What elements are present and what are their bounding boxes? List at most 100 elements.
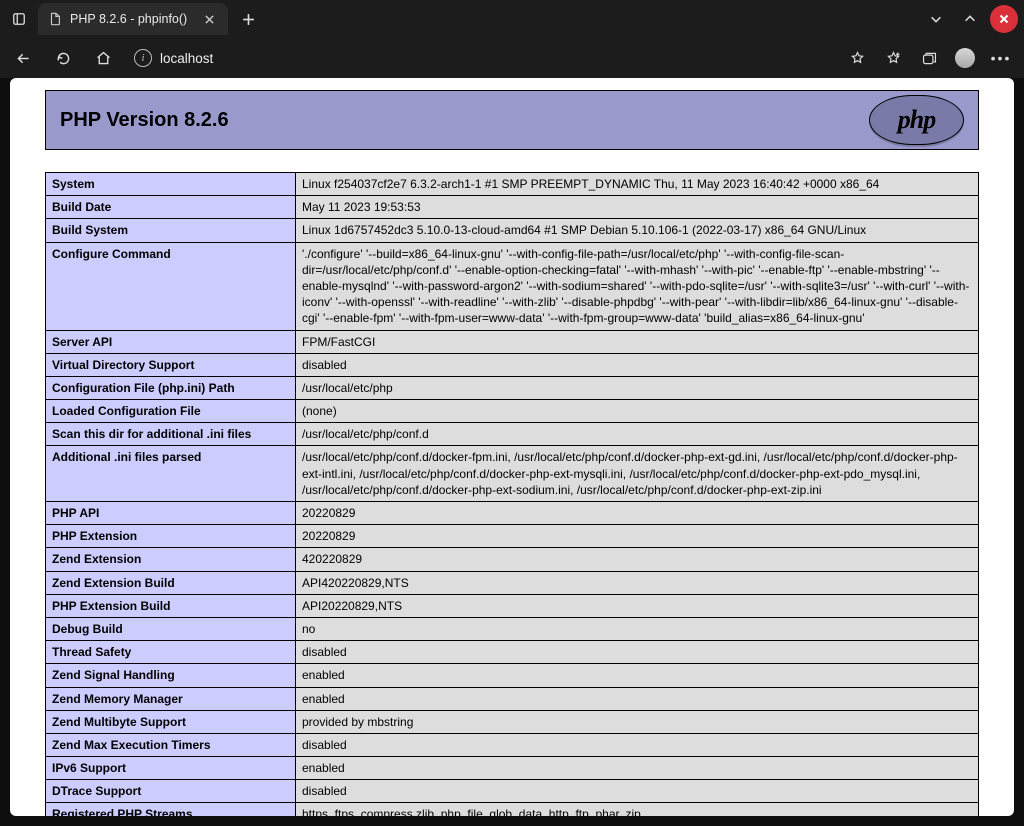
row-key: Zend Max Execution Timers: [46, 733, 296, 756]
phpinfo-header: PHP Version 8.2.6 php: [45, 90, 979, 150]
browser-toolbar: i localhost •••: [0, 38, 1024, 78]
row-value: no: [296, 617, 979, 640]
favorites-button[interactable]: [878, 43, 908, 73]
tab-overview-button[interactable]: [6, 6, 32, 32]
row-value: disabled: [296, 733, 979, 756]
phpinfo-general-table: SystemLinux f254037cf2e7 6.3.2-arch1-1 #…: [45, 172, 979, 816]
row-value: API420220829,NTS: [296, 571, 979, 594]
row-value: disabled: [296, 353, 979, 376]
row-key: Debug Build: [46, 617, 296, 640]
collections-button[interactable]: [914, 43, 944, 73]
nav-home-button[interactable]: [88, 43, 118, 73]
table-row: Zend Memory Managerenabled: [46, 687, 979, 710]
row-value: FPM/FastCGI: [296, 330, 979, 353]
row-value: https, ftps, compress.zlib, php, file, g…: [296, 803, 979, 816]
table-row: Configuration File (php.ini) Path/usr/lo…: [46, 376, 979, 399]
favorite-star-button[interactable]: [842, 43, 872, 73]
row-key: Zend Multibyte Support: [46, 710, 296, 733]
more-icon: •••: [991, 50, 1012, 66]
row-key: PHP Extension Build: [46, 594, 296, 617]
table-row: Server APIFPM/FastCGI: [46, 330, 979, 353]
row-value: Linux 1d6757452dc3 5.10.0-13-cloud-amd64…: [296, 219, 979, 242]
row-key: Configuration File (php.ini) Path: [46, 376, 296, 399]
arrow-left-icon: [15, 50, 32, 67]
row-key: IPv6 Support: [46, 757, 296, 780]
row-value: disabled: [296, 780, 979, 803]
home-icon: [95, 50, 112, 67]
table-row: Zend Extension BuildAPI420220829,NTS: [46, 571, 979, 594]
table-row: PHP API20220829: [46, 502, 979, 525]
table-row: Registered PHP Streamshttps, ftps, compr…: [46, 803, 979, 816]
collections-icon: [921, 50, 938, 67]
plus-icon: [242, 13, 255, 26]
page-viewport: PHP Version 8.2.6 php SystemLinux f25403…: [10, 78, 1014, 816]
row-value: May 11 2023 19:53:53: [296, 196, 979, 219]
tab-close-button[interactable]: [200, 10, 218, 28]
tab-overview-icon: [12, 12, 26, 26]
row-key: System: [46, 173, 296, 196]
row-value: /usr/local/etc/php/conf.d: [296, 423, 979, 446]
row-key: Registered PHP Streams: [46, 803, 296, 816]
table-row: PHP Extension BuildAPI20220829,NTS: [46, 594, 979, 617]
row-value: enabled: [296, 757, 979, 780]
table-row: SystemLinux f254037cf2e7 6.3.2-arch1-1 #…: [46, 173, 979, 196]
table-row: PHP Extension20220829: [46, 525, 979, 548]
star-sparkle-icon: [849, 50, 866, 67]
table-row: Zend Extension420220829: [46, 548, 979, 571]
row-value: API20220829,NTS: [296, 594, 979, 617]
app-menu-button[interactable]: •••: [986, 43, 1016, 73]
window-minimize-like-button[interactable]: [922, 5, 950, 33]
close-icon: [997, 12, 1011, 26]
new-tab-button[interactable]: [234, 5, 262, 33]
table-row: Loaded Configuration File(none): [46, 400, 979, 423]
avatar-icon: [955, 48, 975, 68]
php-logo: php: [869, 95, 964, 145]
row-value: 20220829: [296, 525, 979, 548]
row-value: './configure' '--build=x86_64-linux-gnu'…: [296, 242, 979, 330]
window-close-button[interactable]: [990, 5, 1018, 33]
table-row: Build SystemLinux 1d6757452dc3 5.10.0-13…: [46, 219, 979, 242]
page-title: PHP Version 8.2.6: [60, 109, 229, 132]
table-row: IPv6 Supportenabled: [46, 757, 979, 780]
chevron-down-icon: [929, 12, 943, 26]
row-key: Zend Memory Manager: [46, 687, 296, 710]
row-key: Build Date: [46, 196, 296, 219]
table-row: Zend Max Execution Timersdisabled: [46, 733, 979, 756]
table-row: Build DateMay 11 2023 19:53:53: [46, 196, 979, 219]
nav-reload-button[interactable]: [48, 43, 78, 73]
close-icon: [204, 14, 215, 25]
row-key: Configure Command: [46, 242, 296, 330]
page-icon: [48, 12, 62, 26]
url-text: localhost: [160, 51, 213, 66]
star-plus-icon: [885, 50, 902, 67]
row-key: Server API: [46, 330, 296, 353]
row-key: Loaded Configuration File: [46, 400, 296, 423]
row-key: Zend Extension Build: [46, 571, 296, 594]
address-bar[interactable]: i localhost: [128, 49, 832, 67]
row-value: enabled: [296, 687, 979, 710]
row-value: disabled: [296, 641, 979, 664]
table-row: Additional .ini files parsed/usr/local/e…: [46, 446, 979, 502]
chevron-up-icon: [963, 12, 977, 26]
table-row: Zend Multibyte Supportprovided by mbstri…: [46, 710, 979, 733]
row-key: Zend Extension: [46, 548, 296, 571]
row-value: 420220829: [296, 548, 979, 571]
browser-tab[interactable]: PHP 8.2.6 - phpinfo(): [38, 3, 228, 35]
profile-button[interactable]: [950, 43, 980, 73]
row-value: (none): [296, 400, 979, 423]
tab-strip: PHP 8.2.6 - phpinfo(): [0, 0, 1024, 38]
table-row: Debug Buildno: [46, 617, 979, 640]
row-key: Additional .ini files parsed: [46, 446, 296, 502]
row-key: PHP Extension: [46, 525, 296, 548]
row-key: Zend Signal Handling: [46, 664, 296, 687]
nav-back-button[interactable]: [8, 43, 38, 73]
site-info-icon[interactable]: i: [134, 49, 152, 67]
browser-chrome: PHP 8.2.6 - phpinfo() i: [0, 0, 1024, 78]
table-row: Scan this dir for additional .ini files/…: [46, 423, 979, 446]
row-key: Thread Safety: [46, 641, 296, 664]
page-scroll-area[interactable]: PHP Version 8.2.6 php SystemLinux f25403…: [10, 78, 1014, 816]
row-key: Scan this dir for additional .ini files: [46, 423, 296, 446]
window-maximize-like-button[interactable]: [956, 5, 984, 33]
table-row: Virtual Directory Supportdisabled: [46, 353, 979, 376]
row-value: /usr/local/etc/php: [296, 376, 979, 399]
